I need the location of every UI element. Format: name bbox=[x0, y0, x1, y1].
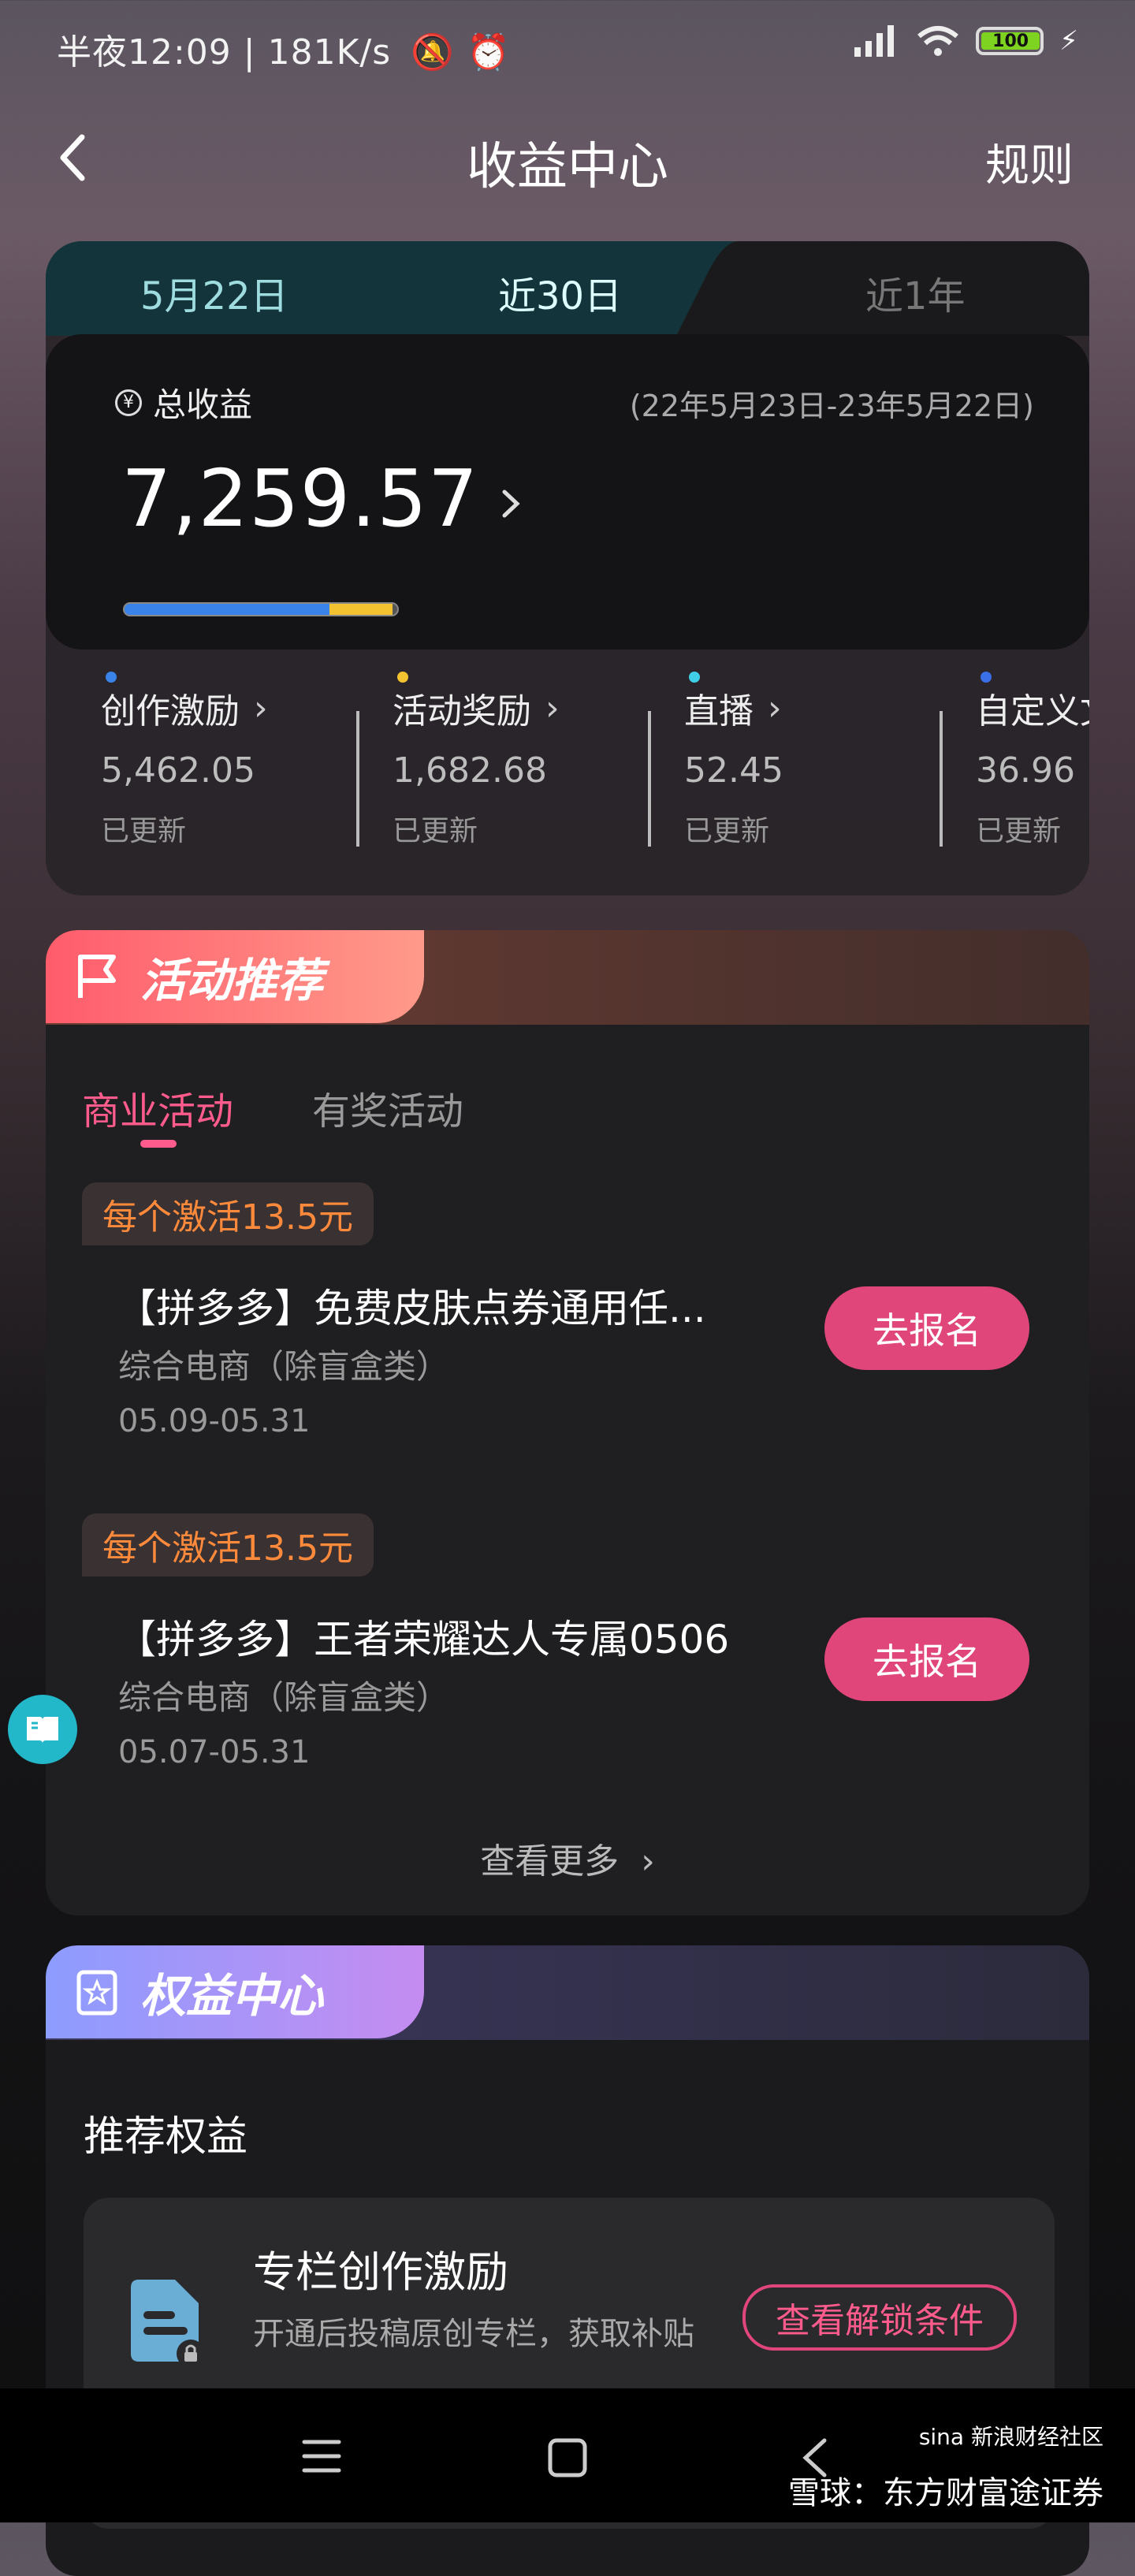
view-more-text: 查看更多 bbox=[480, 1841, 620, 1882]
bar-segment-activity bbox=[329, 604, 393, 615]
category-name: 创作激励 bbox=[101, 691, 240, 731]
activity-item-date: 05.09-05.31 bbox=[118, 1403, 311, 1439]
category-name: 自定义文 bbox=[976, 691, 1089, 731]
activity-title: 活动推荐 bbox=[140, 954, 324, 1007]
category-custom[interactable]: 自定义文 36.96 已更新 bbox=[976, 672, 1089, 849]
category-value: 52.45 bbox=[684, 750, 783, 791]
page-title: 收益中心 bbox=[467, 138, 668, 196]
book-icon bbox=[27, 1717, 58, 1744]
activity-card: 活动推荐 商业活动 有奖活动 每个激活13.5元 【拼多多】免费皮肤点券通用任.… bbox=[46, 930, 1089, 1915]
activity-item-title[interactable]: 【拼多多】免费皮肤点券通用任... bbox=[117, 1277, 706, 1334]
benefit-description: 开通后投稿原创专栏，获取补贴 bbox=[253, 2316, 694, 2352]
book-float-button[interactable] bbox=[8, 1695, 77, 1764]
activity-badge: 活动推荐 bbox=[46, 930, 424, 1023]
watermark-xueqiu: 雪球：东方财富途证券 bbox=[788, 2475, 1103, 2511]
watermark-sina: sina 新浪财经社区 bbox=[918, 2424, 1103, 2450]
category-status: 已更新 bbox=[101, 815, 187, 847]
view-more-link[interactable]: 查看更多 › bbox=[46, 1833, 1089, 1883]
activity-item-category: 综合电商（除盲盒类） bbox=[118, 1678, 450, 1717]
income-card: 5月22日 近30日 近1年 ¥ 总收益 (22年5月23日-23年5月22日)… bbox=[46, 241, 1089, 895]
battery-level: 100 bbox=[981, 32, 1040, 51]
benefits-badge: 权益中心 bbox=[46, 1945, 424, 2038]
activity-item-title[interactable]: 【拼多多】王者荣耀达人专属0506 bbox=[117, 1608, 729, 1665]
signup-button[interactable]: 去报名 bbox=[824, 1286, 1029, 1370]
total-income-label: ¥ 总收益 bbox=[115, 378, 252, 426]
chevron-right-icon: › bbox=[545, 687, 560, 728]
status-bar-right: 100 ⚡ bbox=[853, 24, 1078, 58]
signup-button[interactable]: 去报名 bbox=[824, 1617, 1029, 1701]
reward-tag: 每个激活13.5元 bbox=[82, 1513, 374, 1576]
alarm-icon: ⏰ bbox=[466, 32, 511, 73]
total-income-text: 总收益 bbox=[153, 385, 253, 424]
category-dot bbox=[689, 672, 700, 683]
total-income-panel[interactable]: ¥ 总收益 (22年5月23日-23年5月22日) 7,259.57 bbox=[46, 334, 1089, 650]
category-live[interactable]: 直播 › 52.45 已更新 bbox=[684, 672, 968, 849]
battery-icon: 100 bbox=[976, 27, 1044, 55]
tab-indicator bbox=[140, 1140, 177, 1148]
bar-segment-creation bbox=[125, 604, 330, 615]
reward-tag: 每个激活13.5元 bbox=[82, 1182, 374, 1245]
tab-business-activity[interactable]: 商业活动 bbox=[82, 1080, 233, 1135]
document-lock-icon bbox=[131, 2280, 205, 2368]
activity-item-date: 05.07-05.31 bbox=[118, 1734, 311, 1770]
category-status: 已更新 bbox=[393, 815, 478, 847]
status-text: 半夜12:09 | 181K/s bbox=[57, 32, 392, 73]
chevron-right-icon[interactable] bbox=[495, 484, 527, 523]
divider bbox=[356, 711, 359, 847]
charging-icon: ⚡ bbox=[1059, 25, 1078, 57]
category-activity-reward[interactable]: 活动奖励 › 1,682.68 已更新 bbox=[393, 672, 676, 849]
category-value: 5,462.05 bbox=[101, 750, 255, 791]
star-badge-icon bbox=[76, 1970, 117, 2016]
benefits-title: 权益中心 bbox=[140, 1969, 324, 2023]
view-unlock-conditions-button[interactable]: 查看解锁条件 bbox=[742, 2284, 1017, 2351]
tab-5-22[interactable]: 5月22日 bbox=[140, 265, 288, 320]
tab-30-days[interactable]: 近30日 bbox=[498, 265, 622, 320]
category-dot bbox=[981, 672, 992, 683]
home-icon[interactable] bbox=[545, 2436, 590, 2480]
category-dot bbox=[397, 672, 408, 683]
category-value: 36.96 bbox=[976, 750, 1075, 791]
category-status: 已更新 bbox=[684, 815, 770, 847]
yen-icon: ¥ bbox=[115, 389, 142, 416]
chevron-right-icon: › bbox=[641, 1841, 655, 1882]
chevron-right-icon: › bbox=[254, 687, 268, 728]
flag-icon bbox=[78, 955, 116, 998]
divider bbox=[648, 711, 651, 847]
income-period: (22年5月23日-23年5月22日) bbox=[629, 389, 1034, 423]
activity-item-category: 综合电商（除盲盒类） bbox=[118, 1347, 450, 1386]
chevron-right-icon: › bbox=[768, 687, 782, 728]
bell-off-icon: 🔕 bbox=[411, 32, 455, 73]
tab-1-year[interactable]: 近1年 bbox=[865, 265, 966, 320]
category-name: 直播 bbox=[684, 691, 754, 731]
income-breakdown-bar bbox=[123, 602, 399, 616]
category-dot bbox=[106, 672, 117, 683]
category-name: 活动奖励 bbox=[393, 691, 531, 731]
category-value: 1,682.68 bbox=[393, 750, 547, 791]
total-income-amount: 7,259.57 bbox=[121, 452, 479, 545]
signal-icon bbox=[854, 25, 895, 57]
rules-link[interactable]: 规则 bbox=[985, 130, 1074, 194]
wifi-icon bbox=[917, 26, 959, 56]
divider bbox=[940, 711, 943, 847]
recommended-benefits-title: 推荐权益 bbox=[84, 2113, 248, 2161]
tab-reward-activity[interactable]: 有奖活动 bbox=[312, 1080, 463, 1135]
category-status: 已更新 bbox=[976, 815, 1062, 847]
menu-icon[interactable] bbox=[300, 2436, 344, 2477]
system-nav-bar: sina 新浪财经社区 雪球：东方财富途证券 bbox=[0, 2388, 1135, 2522]
status-bar-left: 半夜12:09 | 181K/s 🔕 ⏰ bbox=[57, 24, 511, 74]
category-creation[interactable]: 创作激励 › 5,462.05 已更新 bbox=[101, 672, 385, 849]
benefit-name: 专栏创作激励 bbox=[253, 2247, 508, 2297]
